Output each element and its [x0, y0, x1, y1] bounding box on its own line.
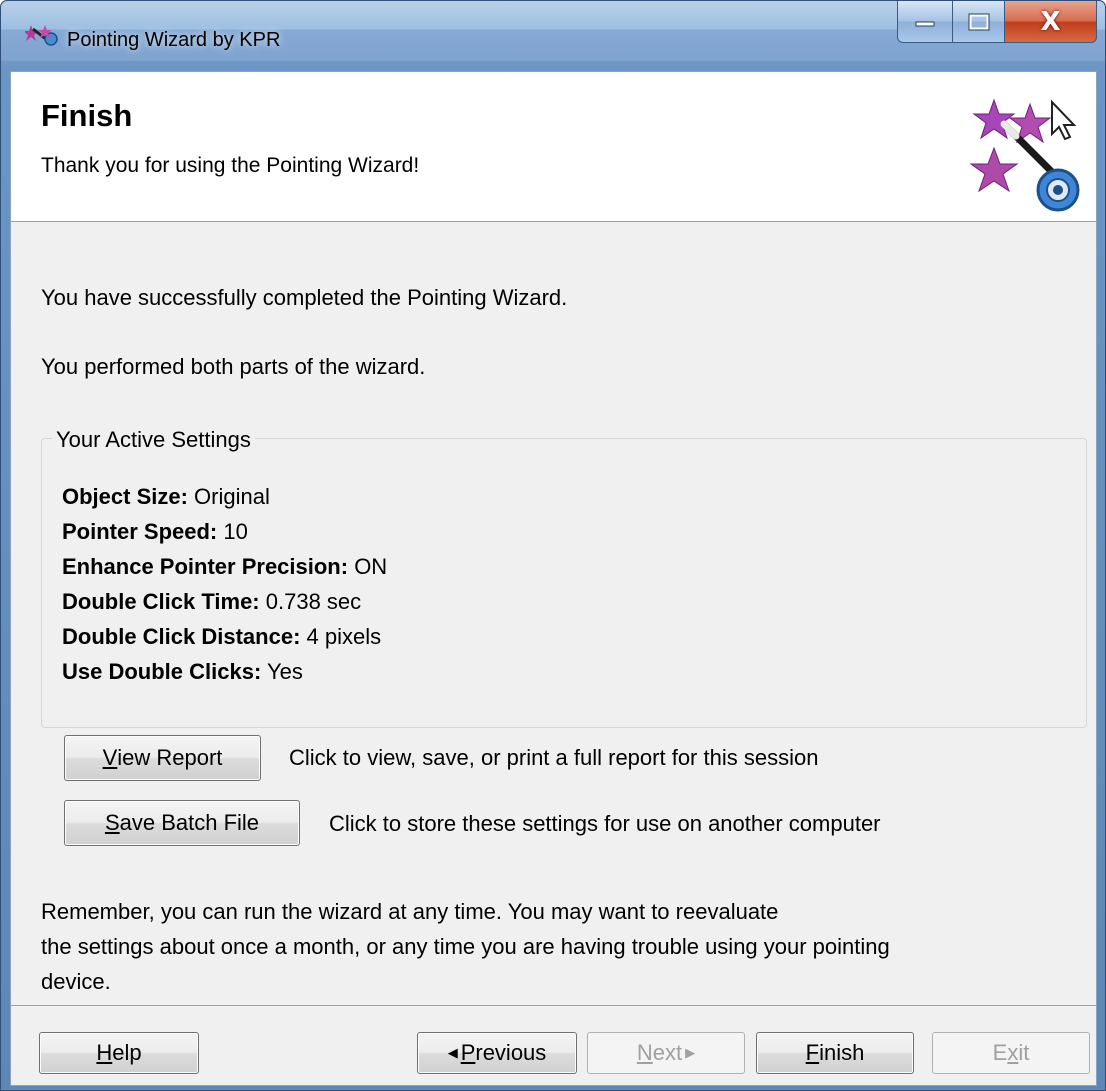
chevron-left-icon: ◀	[447, 1045, 458, 1060]
button-label: iew Report	[117, 745, 223, 770]
mnemonic: F	[805, 1040, 820, 1065]
app-icon	[25, 25, 58, 46]
mnemonic: H	[96, 1040, 113, 1065]
page-subtitle: Thank you for using the Pointing Wizard!	[41, 154, 420, 177]
previous-button[interactable]: ◀ Previous	[417, 1032, 577, 1074]
reminder-line-3: device.	[41, 969, 111, 994]
title-bar[interactable]: Pointing Wizard by KPR X	[1, 1, 1105, 61]
wizard-header: Finish Thank you for using the Pointing …	[11, 72, 1096, 222]
dialog-client-area: Finish Thank you for using the Pointing …	[10, 71, 1097, 1086]
setting-value: 4 pixels	[300, 624, 382, 649]
view-report-button[interactable]: View Report	[64, 735, 261, 781]
save-batch-file-description: Click to store these settings for use on…	[329, 811, 881, 836]
setting-pointer-speed: Pointer Speed: 10	[62, 519, 248, 545]
setting-value: Yes	[261, 659, 303, 684]
setting-use-double-clicks: Use Double Clicks: Yes	[62, 659, 303, 685]
maximize-icon	[968, 13, 989, 30]
setting-label: Double Click Time:	[62, 589, 260, 614]
setting-value: 10	[217, 519, 248, 544]
active-settings-legend: Your Active Settings	[52, 427, 255, 453]
setting-label: Enhance Pointer Precision:	[62, 554, 349, 579]
setting-double-click-time: Double Click Time: 0.738 sec	[62, 589, 361, 615]
setting-label: Object Size:	[62, 484, 188, 509]
magic-wand-stars-icon	[969, 98, 1080, 212]
chevron-right-icon: ▶	[685, 1045, 696, 1060]
next-button[interactable]: Next ▶	[587, 1032, 745, 1074]
setting-value: Original	[187, 484, 270, 509]
mnemonic: x	[1007, 1040, 1019, 1065]
setting-label: Double Click Distance:	[62, 624, 301, 649]
button-label: ave Batch File	[119, 810, 260, 835]
setting-label: Use Double Clicks:	[62, 659, 262, 684]
button-label-prefix: E	[992, 1040, 1008, 1065]
completion-message: You have successfully completed the Poin…	[41, 285, 568, 310]
page-title: Finish	[41, 98, 133, 133]
window-title: Pointing Wizard by KPR	[67, 29, 281, 51]
reminder-text: Remember, you can run the wizard at any …	[41, 894, 1061, 999]
minimize-button[interactable]	[897, 1, 953, 43]
parts-message: You performed both parts of the wizard.	[41, 354, 426, 379]
mnemonic: S	[104, 810, 120, 835]
setting-object-size: Object Size: Original	[62, 484, 270, 510]
active-settings-group: Your Active Settings Object Size: Origin…	[41, 427, 1087, 728]
maximize-button[interactable]	[953, 1, 1005, 43]
exit-button[interactable]: Ex it	[932, 1032, 1090, 1074]
button-label: ext	[652, 1040, 683, 1065]
setting-double-click-distance: Double Click Distance: 4 pixels	[62, 624, 381, 650]
footer-divider	[11, 1005, 1096, 1006]
button-label: inish	[819, 1040, 865, 1065]
button-label: revious	[475, 1040, 547, 1065]
setting-label: Pointer Speed:	[62, 519, 218, 544]
wizard-window: Pointing Wizard by KPR X Finish Thank yo…	[0, 0, 1106, 1091]
view-report-description: Click to view, save, or print a full rep…	[289, 745, 819, 770]
reminder-line-1: Remember, you can run the wizard at any …	[41, 899, 779, 924]
button-label: elp	[112, 1040, 142, 1065]
close-icon: X	[1040, 6, 1061, 37]
close-button[interactable]: X	[1005, 1, 1097, 43]
mnemonic: N	[636, 1040, 653, 1065]
setting-enhance-precision: Enhance Pointer Precision: ON	[62, 554, 387, 580]
mnemonic: V	[102, 745, 118, 770]
setting-value: ON	[348, 554, 388, 579]
setting-value: 0.738 sec	[259, 589, 362, 614]
reminder-line-2: the settings about once a month, or any …	[41, 934, 890, 959]
caption-buttons: X	[897, 1, 1097, 43]
save-batch-file-button[interactable]: Save Batch File	[64, 800, 300, 846]
mnemonic: P	[460, 1040, 476, 1065]
help-button[interactable]: Help	[39, 1032, 199, 1074]
finish-button[interactable]: Finish	[756, 1032, 914, 1074]
minimize-icon	[915, 21, 935, 26]
button-label: it	[1018, 1040, 1030, 1065]
